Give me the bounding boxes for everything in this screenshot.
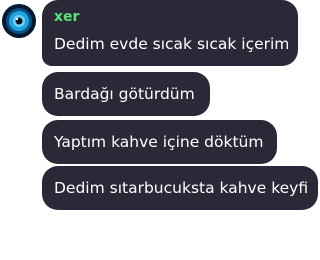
message-text: Yaptım kahve içine döktüm [54,133,264,151]
message-text: Dedim sıtarbucuksta kahve keyfi [54,179,309,197]
eye-icon [2,4,36,38]
message-bubble[interactable]: Bardağı götürdüm [42,72,210,116]
message-text: Bardağı götürdüm [54,85,195,103]
avatar[interactable] [2,4,36,38]
chat-thread: xer Dedim evde sıcak sıcak içerim Bardağ… [0,0,320,260]
sender-name[interactable]: xer [54,8,286,26]
message-bubble[interactable]: Yaptım kahve içine döktüm [42,120,277,164]
message-bubble[interactable]: xer Dedim evde sıcak sıcak içerim [42,0,298,66]
message-text: Dedim evde sıcak sıcak içerim [54,35,290,53]
message-bubble[interactable]: Dedim sıtarbucuksta kahve keyfi [42,166,318,210]
